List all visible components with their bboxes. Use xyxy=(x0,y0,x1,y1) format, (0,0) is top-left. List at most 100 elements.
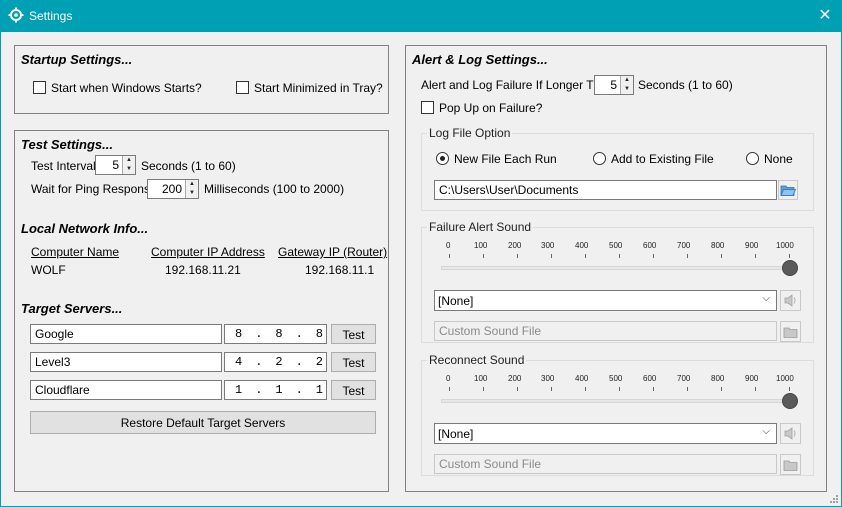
tick-label: 0 xyxy=(446,374,451,383)
stepper-arrows-icon[interactable]: ▲ ▼ xyxy=(122,156,135,174)
computer-ip-header: Computer IP Address xyxy=(151,245,265,259)
radio-new-file-each-run[interactable] xyxy=(436,152,449,165)
log-path-input[interactable]: C:\Users\User\Documents xyxy=(434,180,777,200)
tick-mark xyxy=(687,254,688,258)
tick-label: 600 xyxy=(643,374,657,383)
chevron-down-icon: ⌵ xyxy=(762,426,770,437)
tick-mark xyxy=(789,254,790,258)
failure-volume-slider[interactable]: 0 100 200 300 400 500 600 700 800 900 10… xyxy=(422,228,815,288)
none-label: None xyxy=(764,152,793,166)
startup-settings-title: Startup Settings... xyxy=(21,52,133,67)
tick-mark xyxy=(517,254,518,258)
browse-folder-button[interactable] xyxy=(778,180,798,200)
server-name-input[interactable]: Level3 xyxy=(30,352,222,372)
tick-label: 400 xyxy=(575,241,589,250)
computer-name-header: Computer Name xyxy=(31,245,120,259)
tick-label: 300 xyxy=(541,374,555,383)
stepper-arrows-icon[interactable]: ▲ ▼ xyxy=(620,76,633,94)
popup-on-failure-checkbox[interactable] xyxy=(421,101,434,114)
tick-label: 100 xyxy=(474,374,488,383)
play-failure-sound-button[interactable] xyxy=(780,290,801,311)
start-with-windows-checkbox[interactable] xyxy=(33,81,46,94)
folder-icon xyxy=(783,460,798,471)
ping-response-stepper[interactable]: 200 ▲ ▼ xyxy=(147,179,199,199)
failure-sound-select[interactable]: [None] ⌵ xyxy=(434,290,777,311)
add-to-existing-file-label: Add to Existing File xyxy=(611,152,714,166)
start-with-windows-label: Start when Windows Starts? xyxy=(51,81,202,95)
resize-grip-icon[interactable] xyxy=(828,493,840,505)
tick-label: 200 xyxy=(508,374,522,383)
target-servers-title: Target Servers... xyxy=(21,301,123,316)
folder-open-icon xyxy=(780,185,797,196)
log-file-option-group: Log File Option New File Each Run Add to… xyxy=(421,126,814,211)
alert-threshold-stepper[interactable]: 5 ▲ ▼ xyxy=(594,75,634,95)
tick-label: 500 xyxy=(609,241,623,250)
reconnect-sound-select[interactable]: [None] ⌵ xyxy=(434,423,777,444)
tick-label: 0 xyxy=(446,241,451,250)
tick-mark xyxy=(721,254,722,258)
alert-threshold-suffix: Seconds (1 to 60) xyxy=(638,78,733,92)
failure-custom-sound-input[interactable]: Custom Sound File xyxy=(434,321,777,341)
speaker-icon xyxy=(784,427,796,440)
restore-default-servers-button[interactable]: Restore Default Target Servers xyxy=(30,411,376,434)
test-interval-label: Test Interval xyxy=(31,159,96,173)
radio-add-to-existing-file[interactable] xyxy=(593,152,606,165)
tick-label: 500 xyxy=(609,374,623,383)
tick-mark xyxy=(585,254,586,258)
tick-mark xyxy=(619,387,620,391)
ping-response-label: Wait for Ping Response xyxy=(31,182,157,196)
test-server-button[interactable]: Test xyxy=(331,324,376,344)
tick-label: 200 xyxy=(508,241,522,250)
tick-mark xyxy=(483,254,484,258)
failure-alert-sound-group: Failure Alert Sound 0 100 200 300 400 50… xyxy=(421,220,815,343)
server-ip-input[interactable]: 1.1.1.1 xyxy=(224,380,363,400)
tick-label: 800 xyxy=(711,374,725,383)
server-ip-input[interactable]: 4.2.2.2 xyxy=(224,352,363,372)
folder-icon xyxy=(783,327,798,338)
browse-reconnect-sound-button[interactable] xyxy=(780,454,801,475)
start-minimized-checkbox[interactable] xyxy=(236,81,249,94)
tick-mark xyxy=(789,387,790,391)
log-file-option-label: Log File Option xyxy=(427,126,513,140)
tick-mark xyxy=(721,387,722,391)
server-ip-input[interactable]: 8.8.8.8 xyxy=(224,324,363,344)
radio-none[interactable] xyxy=(746,152,759,165)
gateway-ip-value: 192.168.11.1 xyxy=(305,263,375,277)
tick-mark xyxy=(619,254,620,258)
reconnect-sound-group: Reconnect Sound 0 100 200 300 400 500 60… xyxy=(421,353,815,476)
slider-thumb[interactable] xyxy=(782,260,798,276)
local-network-title: Local Network Info... xyxy=(21,221,149,236)
tick-mark xyxy=(483,387,484,391)
stepper-arrows-icon[interactable]: ▲ ▼ xyxy=(185,180,198,198)
tick-mark xyxy=(449,387,450,391)
tick-label: 100 xyxy=(474,241,488,250)
close-icon[interactable]: ✕ xyxy=(812,4,838,28)
reconnect-volume-slider[interactable]: 0 100 200 300 400 500 600 700 800 900 10… xyxy=(422,361,815,421)
server-name-input[interactable]: Cloudflare xyxy=(30,380,222,400)
test-server-button[interactable]: Test xyxy=(331,352,376,372)
browse-failure-sound-button[interactable] xyxy=(780,321,801,342)
tick-mark xyxy=(551,387,552,391)
popup-on-failure-label: Pop Up on Failure? xyxy=(439,101,543,115)
test-interval-suffix: Seconds (1 to 60) xyxy=(141,159,236,173)
server-name-input[interactable]: Google xyxy=(30,324,222,344)
play-reconnect-sound-button[interactable] xyxy=(780,423,801,444)
speaker-icon xyxy=(784,294,796,307)
window-title: Settings xyxy=(29,9,73,23)
alert-threshold-label: Alert and Log Failure If Longer Than xyxy=(421,78,614,92)
tick-label: 900 xyxy=(745,241,759,250)
tick-mark xyxy=(653,254,654,258)
slider-track xyxy=(441,399,795,403)
test-server-button[interactable]: Test xyxy=(331,380,376,400)
start-minimized-label: Start Minimized in Tray? xyxy=(254,81,383,95)
test-interval-stepper[interactable]: 5 ▲ ▼ xyxy=(95,155,136,175)
alert-log-panel: Alert & Log Settings... Alert and Log Fa… xyxy=(405,45,827,492)
tick-mark xyxy=(551,254,552,258)
reconnect-custom-sound-input[interactable]: Custom Sound File xyxy=(434,454,777,474)
tick-label: 1000 xyxy=(776,374,794,383)
new-file-each-run-label: New File Each Run xyxy=(454,152,557,166)
slider-thumb[interactable] xyxy=(782,393,798,409)
tick-mark xyxy=(755,387,756,391)
tick-mark xyxy=(585,387,586,391)
chevron-down-icon: ⌵ xyxy=(762,293,770,304)
